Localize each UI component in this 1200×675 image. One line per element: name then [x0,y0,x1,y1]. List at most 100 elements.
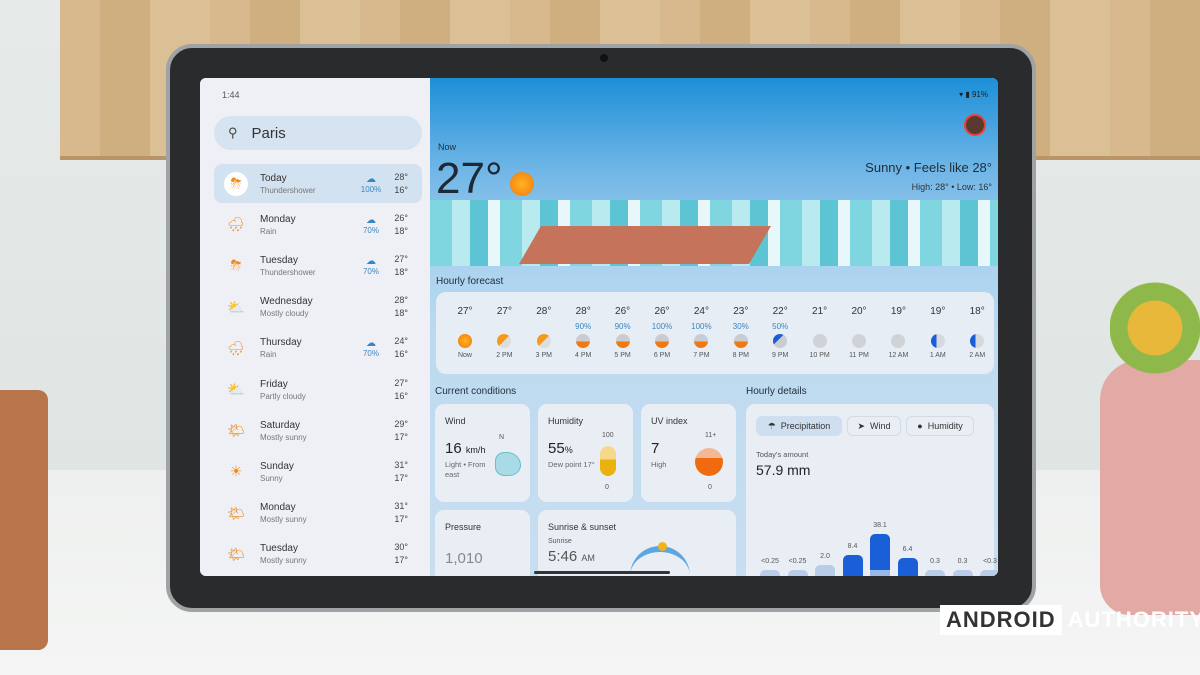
location-search[interactable]: ⚲ Paris [214,116,422,150]
day-row[interactable]: ⛈ Today Thundershower ☁ 100% 28° 16° [214,164,422,203]
rain-cloud-icon: ☁ [366,338,376,350]
day-row[interactable]: 🌤 Saturday Mostly sunny 29° 17° [214,411,422,450]
day-row[interactable]: ☀ Sunday Sunny 31° 17° [214,452,422,491]
bar-label: 8.4 [847,543,858,551]
hourly-item: 19° 12 AM [878,292,918,374]
precip-bar [980,570,998,576]
low-temp: 18° [394,266,408,277]
partly-icon [536,334,551,348]
compass-north: N [499,434,505,441]
current-condition: Sunny • Feels like 28° [865,160,992,175]
day-precip: ☁ 70% [356,215,386,235]
high-temp: 27° [394,253,408,264]
day-info: Friday Partly cloudy [260,379,356,401]
day-row[interactable]: 🌤 Monday Mostly sunny 31° 17° [214,494,422,533]
hourly-item: 19° 1 AM [918,292,958,374]
hour-temp: 26° [615,306,631,317]
storm-icon [694,334,709,348]
humidity-card[interactable]: Humidity 55% Dew point 17° 100 0 [538,404,633,502]
high-temp: 27° [394,377,408,388]
hourly-item: 28° 3 PM [524,292,564,374]
bar-label: <0.25 [788,558,807,565]
sun-title: Sunrise & sunset [548,522,617,532]
day-info: Saturday Mostly sunny [260,420,356,442]
hour-time: 3 PM [535,352,552,359]
pressure-title: Pressure [445,522,482,532]
bar-label: 2.0 [820,552,830,560]
precip-bar [815,564,835,576]
hour-time: 5 PM [614,352,631,359]
day-row[interactable]: ⛈ Tuesday Thundershower ☁ 70% 27° 18° [214,246,422,285]
day-row[interactable]: ⛅ Wednesday Mostly cloudy 28° 18° [214,288,422,327]
uv-desc: High [651,460,667,469]
uv-max: 11+ [705,432,717,439]
day-info: Sunday Sunny [260,461,356,483]
high-temp: 31° [394,459,408,470]
avatar[interactable] [964,114,986,136]
day-name: Thursday [260,337,302,349]
sunny-icon [458,334,472,348]
hourly-item: 28° 90% 4 PM [563,292,603,374]
tab-humidity[interactable]: ● Humidity [906,416,974,436]
day-name: Tuesday [260,254,298,266]
day-temps: 24° 16° [386,335,422,361]
mostly-sunny-icon: 🌤 [227,504,245,521]
sunrise-label: Sunrise [548,538,572,545]
sunrise-time: 5:46 AM [548,548,595,565]
storm-icon [733,334,748,348]
rain-cloud-icon: ☁ [366,255,376,267]
hourly-item: 22° 50% 9 PM [760,292,800,374]
storm-icon [576,334,591,348]
hour-precip: 90% [614,322,631,331]
hour-time: 12 AM [888,352,909,359]
uv-min: 0 [708,484,712,491]
day-condition: Sunny [260,473,283,483]
uv-index-card[interactable]: UV index 7 High 11+ 0 [641,404,736,502]
day-row[interactable]: 🌤 Tuesday Mostly sunny 30° 17° [214,535,422,574]
day-condition: Partly cloudy [260,391,306,401]
hour-precip: 100% [691,322,712,331]
mostly-sunny-icon: 🌤 [227,422,245,439]
day-row[interactable]: 🌧 Thursday Rain ☁ 70% 24° 16° [214,329,422,368]
day-precip: ☁ 70% [356,256,386,276]
day-row[interactable]: 🌧 Monday Rain ☁ 70% 26° 18° [214,205,422,244]
sunrise-sunset-card[interactable]: Sunrise & sunset Sunrise 5:46 AM [538,510,736,576]
hour-temp: 18° [969,306,985,317]
precip-chance: 70% [362,225,379,235]
hour-temp: 21° [812,306,828,317]
day-row[interactable]: ⛅ Friday Partly cloudy 27° 16° [214,370,422,409]
hour-time: 2 AM [969,352,986,359]
tab-precipitation[interactable]: ☂ Precipitation [756,416,842,436]
gesture-handle[interactable] [534,571,670,574]
droplet-icon: ● [917,421,923,431]
wind-desc: Light • From east [445,460,486,479]
day-name: Tuesday [260,543,298,555]
day-condition: Rain [260,350,277,360]
hourly-forecast-title: Hourly forecast [436,276,504,287]
day-temps: 31° 17° [386,500,422,526]
day-info: Today Thundershower [260,173,356,195]
wind-direction-icon [495,452,521,476]
day-temps: 28° 18° [386,294,422,320]
hour-temp: 28° [536,306,552,317]
high-temp: 28° [394,295,408,306]
rain-icon: 🌧 [227,216,245,233]
hourly-details-card: ☂ Precipitation ➤ Wind ● Humidity Today's a… [746,404,998,576]
mostly-cloudy-icon: ⛅ [227,298,245,315]
hour-precip: 30% [732,322,749,331]
high-temp: 28° [394,171,408,182]
amount-value: 57.9 mm [756,462,811,478]
hourly-item: 26° 90% 5 PM [603,292,643,374]
tab-wind[interactable]: ➤ Wind [847,416,901,436]
day-temps: 31° 17° [386,459,422,485]
mostly-sunny-icon: 🌤 [227,545,245,562]
navigation-arrow-icon: ➤ [857,420,866,431]
hourly-item: 21° 10 PM [800,292,840,374]
wind-card[interactable]: Wind 16 km/h Light • From east N [435,404,530,502]
hourly-forecast-card[interactable]: 27° Now 27° 2 PM 28° 3 PM 28° 90% 4 PM 26° 9… [436,292,994,374]
day-info: Tuesday Thundershower [260,255,356,277]
status-icons: ▾ ▮ 91% [959,90,988,99]
hour-precip: 50% [772,322,789,331]
pressure-card[interactable]: Pressure 1,010 [435,510,530,576]
bar-label: 0.3 [930,558,940,565]
